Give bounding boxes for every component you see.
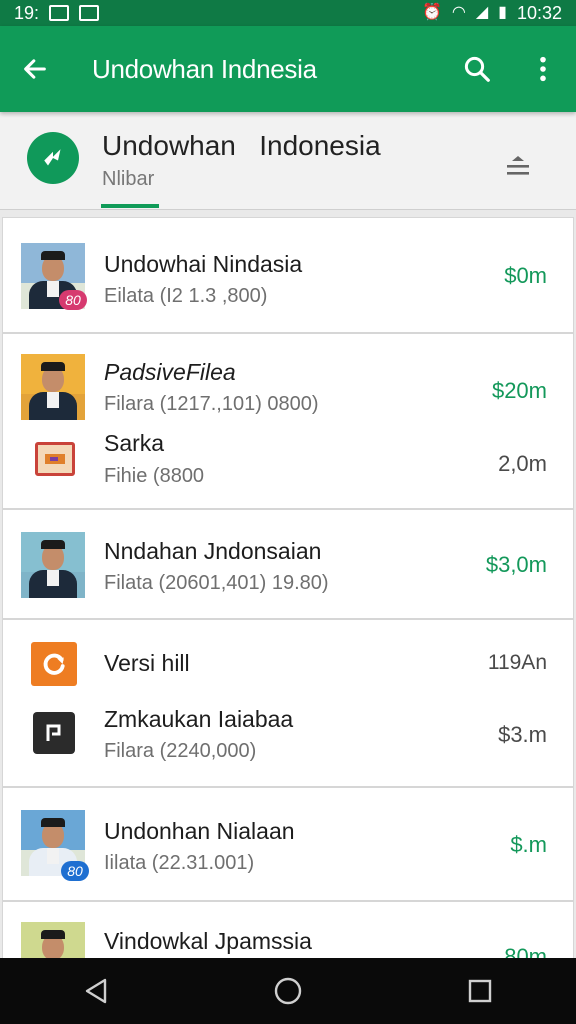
square-recents-icon (468, 979, 492, 1003)
app-title: Undowhan Indnesia (92, 53, 317, 84)
list-card[interactable]: Versi hill 119An Zmkaukan Iaiabaa Filara… (2, 619, 574, 787)
app-icon (33, 712, 75, 754)
channel-header: Undowhan Indonesia Nlibar (0, 112, 576, 210)
list-item[interactable]: PadsiveFilea Filara (1217.,101) 0800) $2… (3, 334, 573, 422)
header-subtitle[interactable]: Nlibar (102, 168, 154, 191)
item-amount: $3,0m (485, 552, 547, 577)
item-meta: Fihie (8800 (104, 465, 205, 487)
count-badge: 80 (61, 861, 89, 881)
wifi-icon: ◠ (451, 4, 466, 21)
item-name: Sarka (104, 430, 165, 456)
more-options-button[interactable] (510, 26, 576, 112)
item-name: Undowhai Nindasia (104, 251, 303, 277)
list-item[interactable]: 80 Undonhan Nialaan Iilata (22.31.001) $… (3, 788, 573, 902)
list-card[interactable]: 80 Undowhai Nindasia Eilata (I2 1.3 ,800… (2, 217, 574, 333)
notification-icon (49, 5, 70, 21)
avatar (21, 532, 85, 598)
navigation-bar (0, 958, 576, 1024)
list-card[interactable]: PadsiveFilea Filara (1217.,101) 0800) $2… (2, 333, 574, 509)
nav-back-button[interactable] (66, 961, 126, 1021)
status-time-left: 19: (14, 2, 40, 23)
list-item[interactable]: Versi hill 119An (3, 620, 573, 704)
list-card[interactable]: 80 Undonhan Nialaan Iilata (22.31.001) $… (2, 787, 574, 901)
list-item[interactable]: Sarka Fihie (8800 2,0m (3, 422, 573, 510)
sort-icon (507, 156, 529, 175)
flame-logo-icon (44, 149, 61, 166)
list-item[interactable]: 80 Undowhai Nindasia Eilata (I2 1.3 ,800… (3, 218, 573, 334)
item-amount: 80m (504, 944, 547, 958)
arrow-left-icon (24, 59, 46, 79)
item-meta: Iilata (22.31.001) (104, 852, 255, 874)
app-bar: Undowhan Indnesia (0, 26, 576, 112)
search-icon (464, 56, 490, 82)
circle-home-icon (274, 977, 302, 1005)
battery-icon: ▮ (498, 4, 507, 21)
app-icon (31, 642, 77, 686)
list-card[interactable]: Nndahan Jndonsaian Filata (20601,401) 19… (2, 509, 574, 619)
refresh-app-icon (43, 653, 65, 675)
nav-recents-button[interactable] (450, 961, 510, 1021)
item-name: Vindowkal Jpamssia (104, 928, 312, 954)
image-icon (79, 5, 100, 21)
item-amount: 2,0m (498, 451, 547, 476)
triangle-back-icon (85, 978, 107, 1004)
avatar (21, 354, 85, 420)
item-name: Undonhan Nialaan (104, 818, 295, 844)
status-clock: 10:32 (516, 2, 562, 23)
item-name: PadsiveFilea (104, 359, 236, 385)
count-badge: 80 (59, 290, 87, 310)
item-list: 80 Undowhai Nindasia Eilata (I2 1.3 ,800… (0, 217, 576, 958)
item-amount: $3.m (498, 722, 547, 747)
item-name: Nndahan Jndonsaian (104, 538, 322, 564)
item-amount: 119An (487, 651, 547, 674)
flag-app-icon (46, 724, 61, 741)
item-amount: $20m (491, 378, 547, 403)
ticket-icon (45, 454, 65, 464)
list-item[interactable]: Nndahan Jndonsaian Filata (20601,401) 19… (3, 510, 573, 620)
status-bar: 19: ⏰ ◠ ◢ ▮ 10:32 (0, 0, 576, 26)
back-button[interactable] (0, 26, 70, 112)
sort-button[interactable] (496, 144, 540, 188)
signal-icon: ◢ (475, 4, 489, 21)
list-item[interactable]: Zmkaukan Iaiabaa Filara (2240,000) $3.m (3, 704, 573, 788)
item-name: Versi hill (104, 650, 190, 676)
app-icon (35, 442, 75, 476)
item-meta: Eilata (I2 1.3 ,800) (104, 285, 268, 307)
item-meta: Filara (1217.,101) 0800) (104, 393, 319, 415)
channel-logo (27, 132, 79, 184)
item-amount: $.m (510, 832, 547, 857)
avatar (21, 922, 85, 958)
nav-home-button[interactable] (258, 961, 318, 1021)
item-amount: $0m (504, 263, 547, 288)
list-item[interactable]: Vindowkal Jpamssia 80m (3, 902, 573, 958)
list-card[interactable]: Vindowkal Jpamssia 80m (2, 901, 574, 958)
more-vert-icon (540, 56, 546, 82)
tab-indicator (101, 204, 159, 208)
search-button[interactable] (444, 26, 510, 112)
alarm-icon: ⏰ (421, 4, 442, 21)
header-title: Undowhan Indonesia (102, 130, 381, 161)
item-meta: Filara (2240,000) (104, 740, 257, 762)
item-meta: Filata (20601,401) 19.80) (104, 572, 329, 594)
item-name: Zmkaukan Iaiabaa (104, 706, 294, 732)
